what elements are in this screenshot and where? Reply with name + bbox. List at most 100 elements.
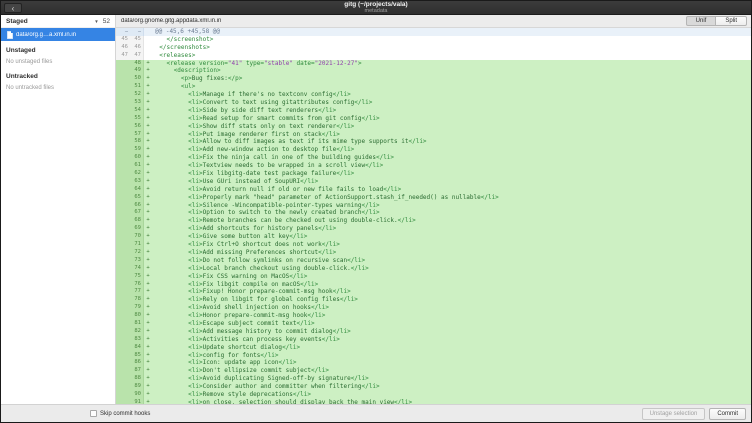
- new-line-number: 52: [130, 91, 144, 99]
- diff-line-text: <li>Add missing Preferences shortcut</li…: [152, 249, 751, 257]
- old-line-number: [116, 83, 130, 91]
- diff-line[interactable]: 67+ <li>Option to switch to the newly cr…: [116, 209, 751, 217]
- back-button[interactable]: ‹: [4, 3, 22, 13]
- new-line-number: 47: [130, 52, 144, 60]
- diff-line[interactable]: 82+ <li>Add message history to commit di…: [116, 328, 751, 336]
- skip-commit-hooks[interactable]: Skip commit hooks: [90, 410, 150, 417]
- diff-line[interactable]: 71+ <li>Fix Ctrl+O shortcut does not wor…: [116, 241, 751, 249]
- old-line-number: [116, 131, 130, 139]
- diff-line[interactable]: 72+ <li>Add missing Preferences shortcut…: [116, 249, 751, 257]
- diff-line[interactable]: 52+ <li>Manage if there's no textconv co…: [116, 91, 751, 99]
- diff-line-text: <li>Textview needs to be wrapped in a sc…: [152, 162, 751, 170]
- diff-line[interactable]: 55+ <li>Read setup for smart commits fro…: [116, 115, 751, 123]
- diff-line[interactable]: 68+ <li>Remote branches can be checked o…: [116, 217, 751, 225]
- split-view-button[interactable]: Split: [716, 16, 747, 26]
- diff-line[interactable]: 56+ <li>Show diff stats only on text ren…: [116, 123, 751, 131]
- new-line-number: 86: [130, 359, 144, 367]
- diff-line[interactable]: 66+ <li>Silence -Wincompatible-pointer-t…: [116, 202, 751, 210]
- diff-line[interactable]: 53+ <li>Convert to text using gitattribu…: [116, 99, 751, 107]
- diff-line[interactable]: 4646 </screenshots>: [116, 44, 751, 52]
- diff-line-text: <li>Manage if there's no textconv config…: [152, 91, 751, 99]
- diff-line[interactable]: 54+ <li>Side by side diff text renderers…: [116, 107, 751, 115]
- new-line-number: 54: [130, 107, 144, 115]
- diff-file-path: data/org.gnome.gitg.appdata.xml.in.in: [121, 18, 682, 24]
- diff-line[interactable]: 49+ <description>: [116, 67, 751, 75]
- diff-line[interactable]: 76+ <li>Fix libgit compile on macOS</li>: [116, 281, 751, 289]
- title-block: gitg (~/projects/vala) metadata: [344, 1, 407, 14]
- diff-line[interactable]: 73+ <li>Do not follow symlinks on recurs…: [116, 257, 751, 265]
- diff-marker: +: [144, 107, 152, 115]
- diff-line-text: <li>Side by side diff text renderers</li…: [152, 107, 751, 115]
- diff-line[interactable]: 63+ <li>Use GUri instead of SoupURI</li>: [116, 178, 751, 186]
- diff-line[interactable]: 77+ <li>Fixup! Honor prepare-commit-msg …: [116, 288, 751, 296]
- unstaged-empty-label: No unstaged files: [1, 56, 115, 67]
- diff-line[interactable]: 89+ <li>Consider author and committer wh…: [116, 383, 751, 391]
- new-line-number: 61: [130, 162, 144, 170]
- old-line-number: [116, 344, 130, 352]
- diff-line[interactable]: 58+ <li>Allow to diff images as text if …: [116, 138, 751, 146]
- old-line-number: [116, 273, 130, 281]
- diff-line[interactable]: 61+ <li>Textview needs to be wrapped in …: [116, 162, 751, 170]
- old-line-number: [116, 383, 130, 391]
- diff-line[interactable]: 86+ <li>Icon: update app icon</li>: [116, 359, 751, 367]
- diff-marker: +: [144, 138, 152, 146]
- diff-line-text: <li>Fix the ninja call in one of the bui…: [152, 154, 751, 162]
- diff-line[interactable]: 87+ <li>Don't ellipsize commit subject</…: [116, 367, 751, 375]
- diff-line[interactable]: 4545 </screenshot>: [116, 36, 751, 44]
- diff-line[interactable]: 83+ <li>Activities can process key event…: [116, 336, 751, 344]
- diff-line[interactable]: 79+ <li>Avoid shell injection on hooks</…: [116, 304, 751, 312]
- new-line-number: 62: [130, 170, 144, 178]
- diff-marker: +: [144, 233, 152, 241]
- old-line-number: [116, 312, 130, 320]
- diff-line-text: <li>Honor prepare-commit-msg hook</li>: [152, 312, 751, 320]
- diff-line[interactable]: 48+ <release version="41" type="stable" …: [116, 60, 751, 68]
- diff-line[interactable]: 75+ <li>Fix CSS warning on MacOS</li>: [116, 273, 751, 281]
- checkbox-icon[interactable]: [90, 410, 97, 417]
- diff-line[interactable]: 50+ <p>Bug fixes:</p>: [116, 75, 751, 83]
- diff-marker: +: [144, 202, 152, 210]
- new-line-number: 49: [130, 67, 144, 75]
- diff-line[interactable]: 80+ <li>Honor prepare-commit-msg hook</l…: [116, 312, 751, 320]
- sidebar-section-unstaged[interactable]: Unstaged: [1, 44, 115, 56]
- diff-marker: +: [144, 146, 152, 154]
- diff-marker: +: [144, 352, 152, 360]
- diff-line[interactable]: 65+ <li>Properly mark "head" parameter o…: [116, 194, 751, 202]
- diff-line[interactable]: 62+ <li>Fix libgitg-date test package fa…: [116, 170, 751, 178]
- diff-line-text: <li>Escape subject commit text</li>: [152, 320, 751, 328]
- staged-file-item[interactable]: data/org.g…a.xml.in.in: [1, 28, 115, 41]
- diff-marker: +: [144, 67, 152, 75]
- diff-line[interactable]: 81+ <li>Escape subject commit text</li>: [116, 320, 751, 328]
- old-line-number: [116, 209, 130, 217]
- new-line-number: 72: [130, 249, 144, 257]
- unstage-selection-button[interactable]: Unstage selection: [642, 408, 706, 420]
- diff-line[interactable]: 59+ <li>Add new-window action to desktop…: [116, 146, 751, 154]
- diff-line[interactable]: 69+ <li>Add shortcuts for history panels…: [116, 225, 751, 233]
- diff-line-text: <release version="41" type="stable" date…: [152, 60, 751, 68]
- diff-line[interactable]: 78+ <li>Rely on libgit for global config…: [116, 296, 751, 304]
- unified-view-button[interactable]: Unif: [686, 16, 717, 26]
- diff-marker: +: [144, 162, 152, 170]
- diff-line[interactable]: 57+ <li>Put image renderer first on stac…: [116, 131, 751, 139]
- diff-line-text: <li>Fix Ctrl+O shortcut does not work</l…: [152, 241, 751, 249]
- diff-line[interactable]: 90+ <li>Remove style deprecations</li>: [116, 391, 751, 399]
- diff-line[interactable]: 64+ <li>Avoid return null if old or new …: [116, 186, 751, 194]
- diff-line[interactable]: 60+ <li>Fix the ninja call in one of the…: [116, 154, 751, 162]
- diff-line[interactable]: 51+ <ul>: [116, 83, 751, 91]
- new-line-number: 45: [130, 36, 144, 44]
- sidebar-section-untracked[interactable]: Untracked: [1, 70, 115, 82]
- diff-line[interactable]: 88+ <li>Avoid duplicating Signed-off-by …: [116, 375, 751, 383]
- commit-button[interactable]: Commit: [709, 408, 746, 420]
- diff-line[interactable]: 74+ <li>Local branch checkout using doub…: [116, 265, 751, 273]
- sidebar-section-staged[interactable]: Staged ▼ 52: [1, 15, 115, 28]
- new-line-number: 51: [130, 83, 144, 91]
- diff-line[interactable]: 70+ <li>Give some button alt key</li>: [116, 233, 751, 241]
- chevron-down-icon[interactable]: ▼: [94, 19, 98, 24]
- diff-line[interactable]: 85+ <li>config for fonts</li>: [116, 352, 751, 360]
- diff-line[interactable]: 84+ <li>Update shortcut dialog</li>: [116, 344, 751, 352]
- diff-line[interactable]: 4747 <releases>: [116, 52, 751, 60]
- new-line-number: 83: [130, 336, 144, 344]
- diff-marker: +: [144, 359, 152, 367]
- new-line-number: 73: [130, 257, 144, 265]
- new-line-number: 55: [130, 115, 144, 123]
- diff-content[interactable]: ……@@ -45,6 +45,58 @@4545 </screenshot>46…: [116, 28, 751, 404]
